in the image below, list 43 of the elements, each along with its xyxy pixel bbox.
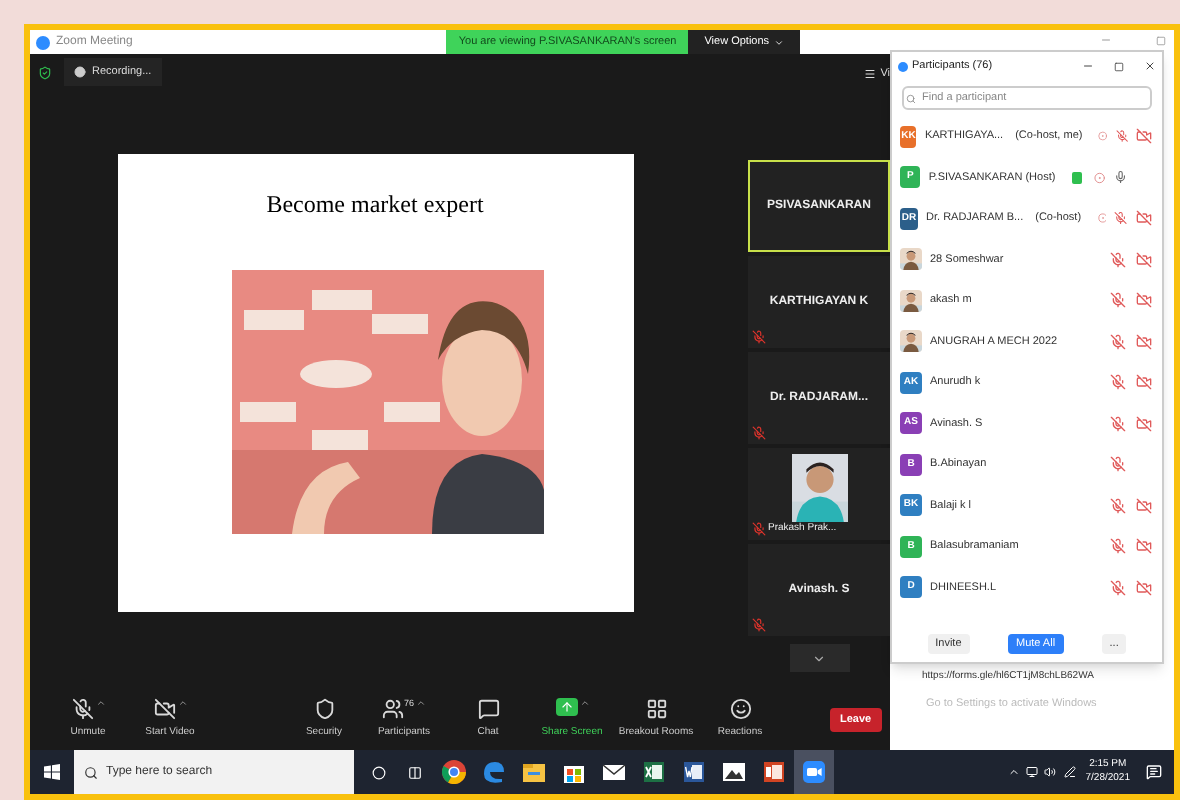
shield-check-icon bbox=[38, 65, 52, 79]
presentation-icon[interactable] bbox=[762, 760, 786, 784]
recording-icon bbox=[74, 66, 86, 78]
chrome-icon[interactable] bbox=[442, 760, 466, 784]
shopping-bag-icon[interactable] bbox=[562, 760, 586, 784]
muted-microphone-icon bbox=[752, 330, 766, 344]
participants-icon bbox=[381, 698, 404, 721]
close-icon[interactable] bbox=[1144, 60, 1156, 72]
search-icon bbox=[906, 93, 916, 103]
shield-icon bbox=[313, 698, 335, 721]
caret-icon bbox=[773, 37, 784, 47]
mountain-image-icon[interactable] bbox=[722, 760, 746, 784]
maximize-icon[interactable] bbox=[1114, 61, 1124, 71]
chevron-up-icon[interactable] bbox=[1007, 766, 1020, 778]
mail-icon[interactable] bbox=[602, 760, 626, 784]
minimize-icon[interactable] bbox=[1082, 60, 1094, 72]
smiley-icon bbox=[729, 698, 751, 721]
muted-microphone-icon bbox=[752, 521, 766, 536]
pen-icon[interactable] bbox=[1063, 766, 1076, 778]
edge-icon[interactable] bbox=[482, 760, 506, 784]
slide-title: Become market expert bbox=[266, 187, 484, 221]
zoom-logo-icon bbox=[36, 35, 50, 49]
folder-icon[interactable] bbox=[522, 760, 546, 784]
muted-microphone-icon bbox=[71, 698, 93, 721]
menu-icon bbox=[864, 68, 877, 80]
grid-icon bbox=[645, 698, 667, 721]
share-screen-icon bbox=[555, 698, 577, 717]
video-off-icon bbox=[153, 698, 175, 721]
chevron-down-icon bbox=[812, 651, 826, 665]
search-icon bbox=[84, 765, 98, 779]
notifications-icon[interactable] bbox=[1146, 764, 1162, 780]
cortana-icon[interactable] bbox=[372, 765, 386, 779]
zoom-logo-icon bbox=[898, 61, 908, 71]
network-icon[interactable] bbox=[1025, 766, 1038, 778]
spreadsheet-icon[interactable] bbox=[642, 760, 666, 784]
volume-icon[interactable] bbox=[1043, 766, 1056, 778]
muted-microphone-icon bbox=[752, 618, 766, 632]
task-view-icon[interactable] bbox=[408, 765, 422, 779]
document-icon[interactable] bbox=[682, 760, 706, 784]
muted-microphone-icon bbox=[752, 426, 766, 440]
windows-logo-icon[interactable] bbox=[44, 764, 60, 780]
chat-icon bbox=[477, 698, 499, 721]
video-camera-icon[interactable] bbox=[802, 760, 826, 784]
